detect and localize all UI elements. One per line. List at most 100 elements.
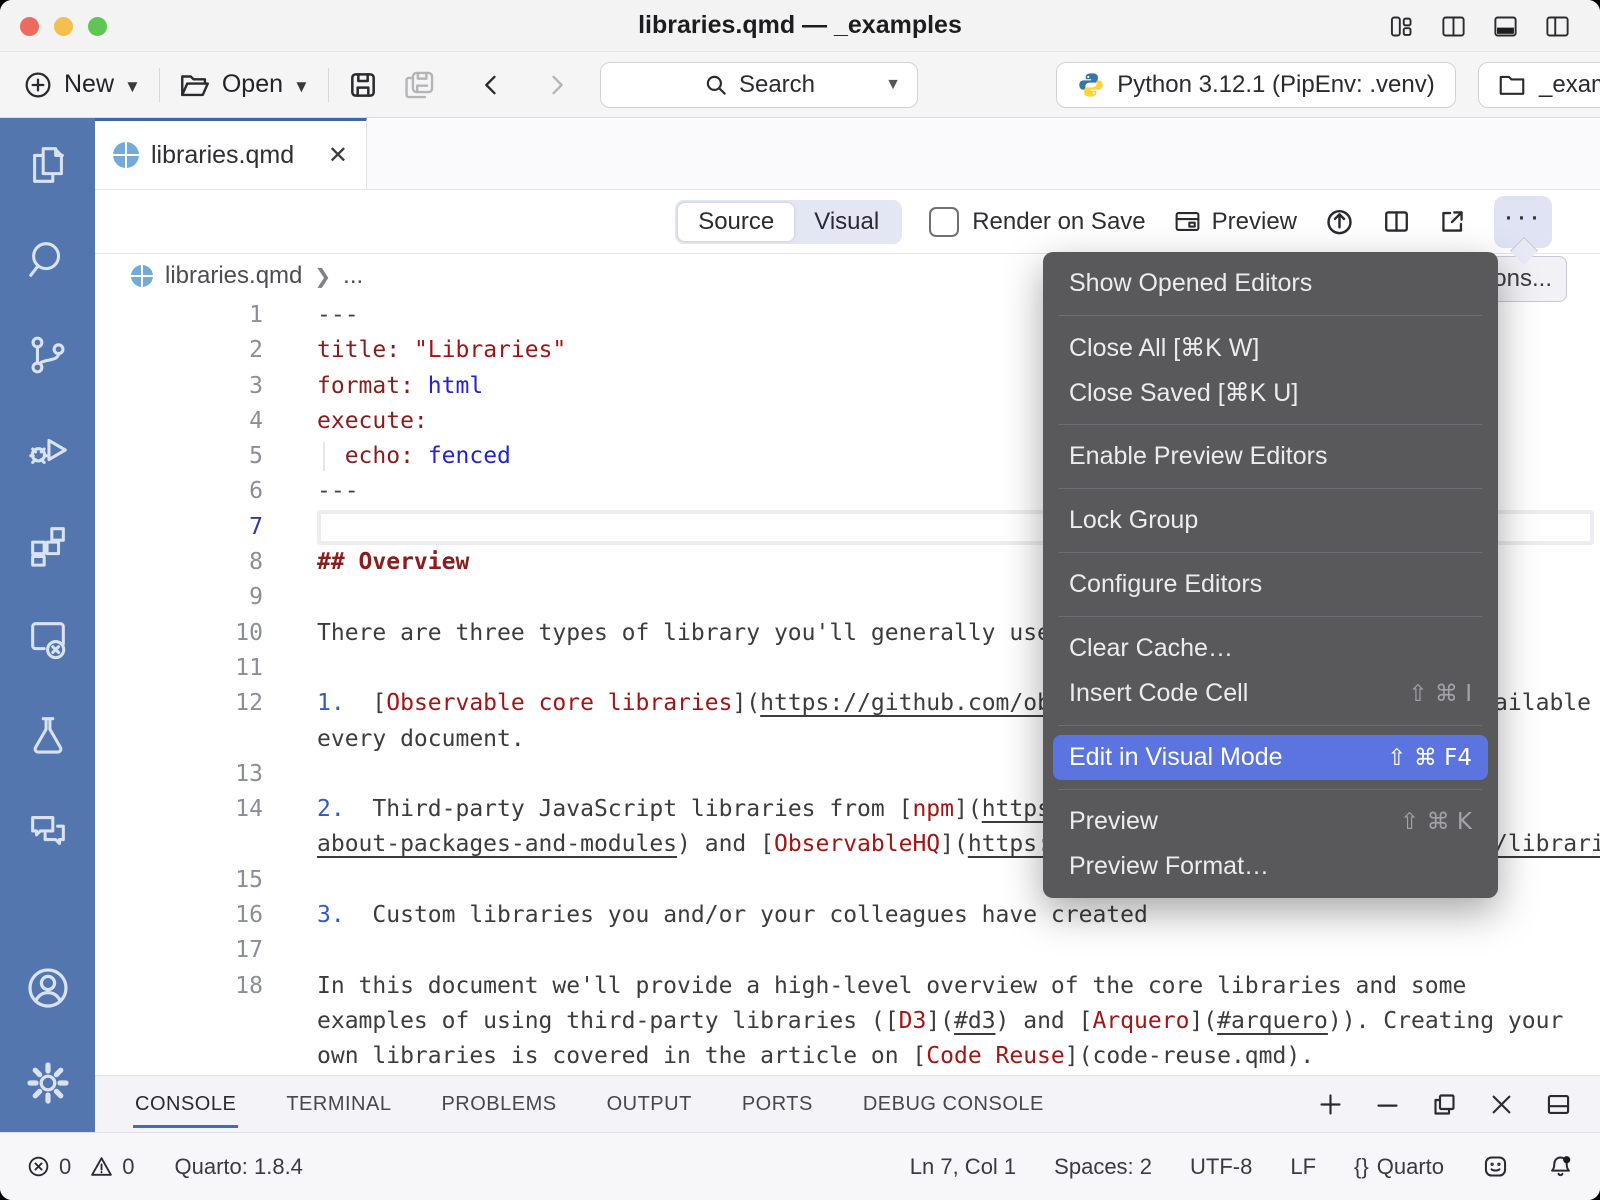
settings-gear-icon[interactable] <box>22 1057 74 1109</box>
close-tab-icon[interactable]: ✕ <box>328 141 348 170</box>
line-number: 16 <box>95 898 317 933</box>
menu-item-clear-cache[interactable]: Clear Cache… <box>1043 626 1498 671</box>
menu-item-label: Preview Format… <box>1069 852 1269 881</box>
tab-libraries-qmd[interactable]: libraries.qmd ✕ <box>95 118 367 189</box>
line-number: 8 <box>95 545 317 580</box>
menu-item-close-saved-k-u[interactable]: Close Saved [⌘K U] <box>1043 370 1498 415</box>
encoding-status[interactable]: UTF-8 <box>1190 1154 1252 1180</box>
menu-item-preview[interactable]: Preview ⇧ ⌘ K <box>1043 799 1498 844</box>
maximize-window-button[interactable] <box>88 17 107 36</box>
render-icon[interactable] <box>1324 206 1355 237</box>
preview-button[interactable]: Preview <box>1173 207 1297 236</box>
back-icon[interactable] <box>477 71 505 99</box>
search-placeholder: Search <box>739 71 815 99</box>
notifications-bell-icon[interactable] <box>1547 1153 1574 1180</box>
feedback-icon[interactable] <box>1482 1153 1509 1180</box>
breadcrumb-more[interactable]: ... <box>343 262 363 290</box>
plus-icon[interactable] <box>1317 1091 1344 1118</box>
code-line[interactable]: 17 <box>95 933 1600 968</box>
open-button[interactable]: Open ▼ <box>178 68 310 102</box>
titlebar: libraries.qmd — _examples <box>0 0 1600 52</box>
indent-guide <box>323 442 325 471</box>
menu-item-label: Preview <box>1069 807 1158 836</box>
new-label: New <box>64 70 114 99</box>
menu-item-show-opened-editors[interactable]: Show Opened Editors <box>1043 261 1498 306</box>
panel-tab-problems[interactable]: PROBLEMS <box>439 1081 558 1128</box>
open-in-new-window-icon[interactable] <box>1438 207 1467 236</box>
source-control-icon[interactable] <box>22 329 74 381</box>
search-input[interactable]: Search ▼ <box>600 62 918 108</box>
menu-separator <box>1059 315 1482 316</box>
account-icon[interactable] <box>22 962 74 1014</box>
eol-status[interactable]: LF <box>1290 1154 1316 1180</box>
menu-item-edit-in-visual-mode[interactable]: Edit in Visual Mode⇧ ⌘ F4 <box>1053 735 1488 780</box>
interpreter-selector[interactable]: Python 3.12.1 (PipEnv: .venv) <box>1056 62 1456 108</box>
problems-status[interactable]: 0 0 <box>26 1154 135 1180</box>
customize-layout-icon[interactable] <box>1386 11 1416 41</box>
code-line[interactable]: 163. Custom libraries you and/or your co… <box>95 898 1600 933</box>
menu-item-lock-group[interactable]: Lock Group <box>1043 498 1498 543</box>
menu-separator <box>1059 789 1482 790</box>
chevron-down-icon: ▼ <box>885 76 901 94</box>
save-icon[interactable] <box>347 69 379 101</box>
code-line[interactable]: 18In this document we'll provide a high-… <box>95 969 1600 1004</box>
panel-layout-icon[interactable] <box>1545 1091 1572 1118</box>
line-number: 2 <box>95 333 317 368</box>
source-mode-button[interactable]: Source <box>678 203 794 241</box>
close-window-button[interactable] <box>20 17 39 36</box>
app-window: libraries.qmd — _examples New ▼ Open <box>0 0 1600 1200</box>
new-button[interactable]: New ▼ <box>22 69 141 101</box>
quarto-file-icon <box>113 142 139 168</box>
code-line[interactable]: examples of using third-party libraries … <box>95 1004 1600 1039</box>
minimize-icon[interactable] <box>1374 1091 1401 1118</box>
restore-icon[interactable] <box>1431 1091 1458 1118</box>
close-icon[interactable] <box>1488 1091 1515 1118</box>
menu-item-insert-code-cell[interactable]: Insert Code Cell⇧ ⌘ I <box>1043 671 1498 716</box>
code-text: In this document we'll provide a high-le… <box>317 969 1600 1004</box>
workspace-folder-label: _examples <box>1539 71 1600 99</box>
panel-tab-terminal[interactable]: TERMINAL <box>284 1081 393 1128</box>
toggle-panel-icon[interactable] <box>1490 11 1520 41</box>
menu-item-shortcut: ⇧ ⌘ K <box>1400 809 1472 835</box>
menu-item-configure-editors[interactable]: Configure Editors <box>1043 562 1498 607</box>
quarto-version-status[interactable]: Quarto: 1.8.4 <box>175 1154 303 1180</box>
menu-item-shortcut: ⇧ ⌘ F4 <box>1387 745 1472 771</box>
remote-explorer-icon[interactable] <box>22 614 74 666</box>
workspace-folder-button[interactable]: _examples <box>1478 62 1600 108</box>
panel-tab-ports[interactable]: PORTS <box>740 1081 815 1128</box>
panel-tab-output[interactable]: OUTPUT <box>605 1081 694 1128</box>
menu-separator <box>1059 725 1482 726</box>
panel-tab-console[interactable]: CONSOLE <box>133 1081 238 1128</box>
tab-strip: libraries.qmd ✕ <box>95 118 1600 190</box>
menu-item-close-all-k-w[interactable]: Close All [⌘K W] <box>1043 325 1498 370</box>
render-on-save-checkbox[interactable] <box>929 207 959 237</box>
explorer-icon[interactable] <box>22 139 74 191</box>
run-debug-icon[interactable] <box>22 424 74 476</box>
tab-label: libraries.qmd <box>151 141 294 170</box>
extensions-icon[interactable] <box>22 519 74 571</box>
line-number: 18 <box>95 969 317 1004</box>
panel-tab-debug-console[interactable]: DEBUG CONSOLE <box>861 1081 1046 1128</box>
visual-mode-button[interactable]: Visual <box>794 203 899 241</box>
breadcrumb-file[interactable]: libraries.qmd <box>165 262 302 290</box>
split-editor-icon[interactable] <box>1382 207 1411 236</box>
line-number: 3 <box>95 369 317 404</box>
line-number: 11 <box>95 651 317 686</box>
activity-bar <box>0 118 95 1132</box>
menu-item-label: Show Opened Editors <box>1069 269 1312 298</box>
toggle-sidebar-icon[interactable] <box>1542 11 1572 41</box>
line-number: 15 <box>95 863 317 898</box>
code-line[interactable]: own libraries is covered in the article … <box>95 1039 1600 1074</box>
split-editor-layout-icon[interactable] <box>1438 11 1468 41</box>
search-icon[interactable] <box>22 234 74 286</box>
menu-item-preview-format[interactable]: Preview Format… <box>1043 844 1498 889</box>
cursor-position-status[interactable]: Ln 7, Col 1 <box>910 1154 1016 1180</box>
comments-icon[interactable] <box>22 804 74 856</box>
menu-item-label: Close All [⌘K W] <box>1069 333 1259 363</box>
menu-item-label: Insert Code Cell <box>1069 679 1248 708</box>
indentation-status[interactable]: Spaces: 2 <box>1054 1154 1152 1180</box>
minimize-window-button[interactable] <box>54 17 73 36</box>
testing-icon[interactable] <box>22 709 74 761</box>
menu-item-enable-preview-editors[interactable]: Enable Preview Editors <box>1043 434 1498 479</box>
language-mode-status[interactable]: {} Quarto <box>1354 1154 1444 1180</box>
